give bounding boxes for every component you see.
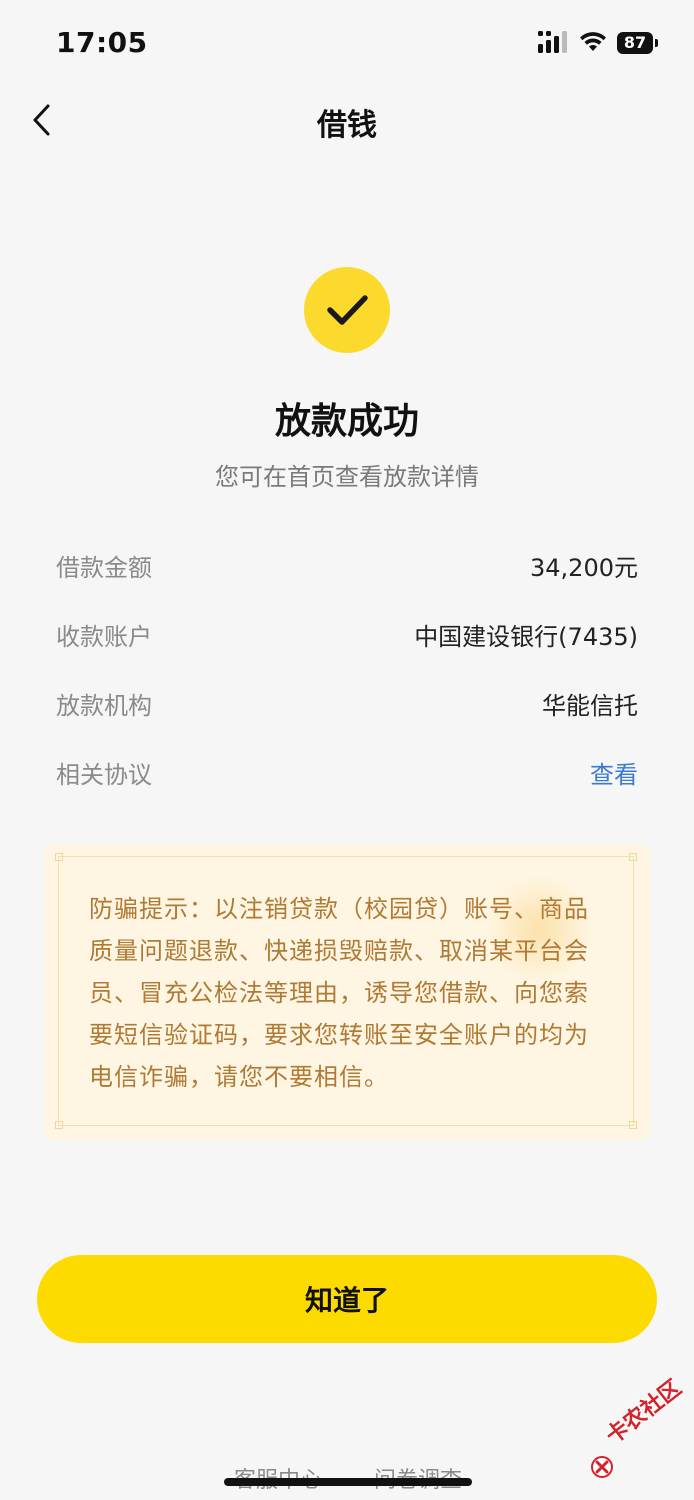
watermark-logo-icon <box>591 1456 613 1478</box>
detail-label: 放款机构 <box>56 692 152 720</box>
success-check-icon <box>304 267 390 353</box>
notice-text: 防骗提示：以注销贷款（校园贷）账号、商品质量问题退款、快递损毁赔款、取消某平台会… <box>89 895 589 1091</box>
loan-detail-list: 借款金额 34,200元 收款账户 中国建设银行(7435) 放款机构 华能信托… <box>56 540 638 816</box>
detail-value: 34,200元 <box>530 554 638 582</box>
wifi-icon <box>580 32 606 51</box>
frame-corner-decoration <box>629 1121 637 1129</box>
result-title: 放款成功 <box>274 401 419 442</box>
frame-corner-decoration <box>629 853 637 861</box>
anti-fraud-notice: 防骗提示：以注销贷款（校园贷）账号、商品质量问题退款、快递损毁赔款、取消某平台会… <box>44 844 650 1140</box>
cellular-signal-icon <box>538 31 567 53</box>
detail-label: 相关协议 <box>56 761 152 789</box>
page-title: 借钱 <box>317 108 377 143</box>
watermark: 卡农社区 <box>584 1376 694 1485</box>
confirm-button[interactable]: 知道了 <box>37 1255 657 1343</box>
detail-row-account: 收款账户 中国建设银行(7435) <box>56 609 638 678</box>
status-bar: 17:05 87 <box>0 0 694 88</box>
battery-icon: 87 <box>617 32 661 54</box>
battery-level: 87 <box>617 32 653 54</box>
detail-label: 借款金额 <box>56 554 152 582</box>
detail-value: 中国建设银行(7435) <box>414 623 638 651</box>
nav-bar: 借钱 <box>0 88 694 152</box>
result-subtitle: 您可在首页查看放款详情 <box>215 463 479 491</box>
status-time: 17:05 <box>56 26 148 59</box>
frame-corner-decoration <box>55 853 63 861</box>
detail-label: 收款账户 <box>56 623 152 651</box>
battery-cap <box>655 39 658 47</box>
detail-row-agreement: 相关协议 查看 <box>56 747 638 816</box>
view-agreement-link[interactable]: 查看 <box>590 755 638 790</box>
home-indicator[interactable] <box>224 1478 472 1486</box>
detail-value: 华能信托 <box>542 692 638 720</box>
detail-row-institution: 放款机构 华能信托 <box>56 678 638 747</box>
detail-row-amount: 借款金额 34,200元 <box>56 540 638 609</box>
frame-corner-decoration <box>55 1121 63 1129</box>
checkmark-icon <box>327 295 368 325</box>
watermark-text: 卡农社区 <box>601 1375 687 1450</box>
